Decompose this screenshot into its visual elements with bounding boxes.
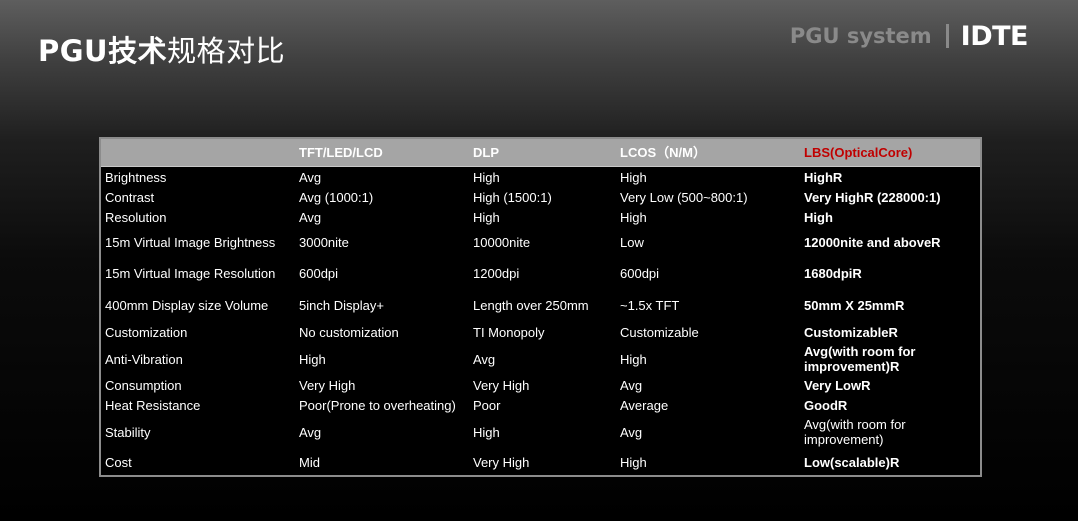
row-label-cell: Stability: [105, 424, 151, 440]
brand-divider: [945, 24, 949, 48]
lbs-cell: 12000nite and aboveR: [804, 234, 941, 250]
lcos-cell: 600dpi: [620, 265, 660, 281]
table-row: 15m Virtual Image Resolution 600dpi 1200dp…: [101, 257, 980, 289]
table-header-row: TFT/LED/LCD DLP LCOS（N/M） LBS(OpticalCor…: [101, 139, 980, 167]
lbs-cell: Very LowR: [804, 377, 871, 393]
lbs-cell: 1680dpiR: [804, 265, 862, 281]
table-row: Resolution Avg High High High: [101, 207, 980, 227]
row-label-cell: 400mm Display size Volume: [105, 297, 269, 313]
lcos-cell: Low: [620, 234, 644, 250]
lcos-cell: ~1.5x TFT: [620, 297, 680, 313]
tft-cell: 3000nite: [299, 234, 349, 250]
lbs-cell: High: [804, 209, 833, 225]
row-label-cell: Brightness: [105, 169, 167, 185]
tft-cell: High: [299, 351, 326, 367]
dlp-cell: Very High: [473, 377, 530, 393]
lcos-cell: High: [620, 351, 647, 367]
lbs-cell: GoodR: [804, 397, 848, 413]
table-row: Anti-Vibration High Avg High Avg(with room f…: [101, 343, 980, 375]
header-cell-lcos: LCOS（N/M）: [620, 145, 706, 160]
table-row: Cost Mid Very High High Low(scalable)R: [101, 449, 980, 475]
table-row: 15m Virtual Image Brightness 3000nite 1000…: [101, 227, 980, 257]
lbs-cell: Very HighR (228000:1): [804, 189, 941, 205]
row-label-cell: 15m Virtual Image Brightness: [105, 234, 276, 250]
header-cell-dlp: DLP: [473, 145, 499, 160]
spec-comparison-table: TFT/LED/LCD DLP LCOS（N/M） LBS(OpticalCor…: [99, 137, 982, 477]
tft-cell: Avg: [299, 424, 322, 440]
table-row: 400mm Display size Volume 5inch Display+ L…: [101, 289, 980, 321]
slide-title: PGU技术规格对比: [38, 28, 285, 70]
row-label-cell: Customization: [105, 324, 188, 340]
lcos-cell: High: [620, 169, 647, 185]
row-label-cell: 15m Virtual Image Resolution: [105, 265, 276, 281]
header-cell-tft: TFT/LED/LCD: [299, 145, 383, 160]
idte-logo: IDTE: [960, 20, 1029, 52]
lbs-cell: Avg(with room for improvement): [804, 417, 906, 447]
table-row: Customization No customization TI Monopoly…: [101, 321, 980, 343]
slide-title-light: 规格对比: [167, 34, 286, 68]
row-label-cell: Heat Resistance: [105, 397, 201, 413]
slide-title-bold: PGU技术: [38, 34, 168, 68]
dlp-cell: Very High: [473, 454, 530, 470]
row-label-cell: Contrast: [105, 189, 155, 205]
header-cell-lbs: LBS(OpticalCore): [804, 145, 913, 160]
dlp-cell: 1200dpi: [473, 265, 520, 281]
dlp-cell: Length over 250mm: [473, 297, 589, 313]
table-row: Brightness Avg High High HighR: [101, 167, 980, 187]
tft-cell: Avg: [299, 209, 322, 225]
row-label-cell: Cost: [105, 454, 132, 470]
lbs-cell: 50mm X 25mmR: [804, 297, 905, 313]
brand-header: PGU system IDTE: [789, 18, 1029, 54]
dlp-cell: Avg: [473, 351, 496, 367]
dlp-cell: TI Monopoly: [473, 324, 545, 340]
lcos-cell: Avg: [620, 377, 643, 393]
lcos-cell: Avg: [620, 424, 643, 440]
table-row: Heat Resistance Poor(Prone to overheating…: [101, 395, 980, 415]
tft-cell: Poor(Prone to overheating): [299, 397, 456, 413]
lcos-cell: High: [620, 454, 647, 470]
lbs-cell: HighR: [804, 169, 843, 185]
dlp-cell: Poor: [473, 397, 501, 413]
row-label-cell: Consumption: [105, 377, 182, 393]
lbs-cell: CustomizableR: [804, 324, 898, 340]
lcos-cell: High: [620, 209, 647, 225]
tft-cell: No customization: [299, 324, 399, 340]
table-body: Brightness Avg High High HighR Contrast Avg (1…: [101, 167, 980, 475]
dlp-cell: High: [473, 169, 500, 185]
dlp-cell: High: [473, 424, 500, 440]
tft-cell: Avg (1000:1): [299, 189, 374, 205]
lbs-cell: Low(scalable)R: [804, 454, 900, 470]
row-label-cell: Anti-Vibration: [105, 351, 183, 367]
dlp-cell: High (1500:1): [473, 189, 552, 205]
lcos-cell: Customizable: [620, 324, 699, 340]
tft-cell: Avg: [299, 169, 322, 185]
tft-cell: 600dpi: [299, 265, 339, 281]
tft-cell: Mid: [299, 454, 320, 470]
table-row: Consumption Very High Very High Avg Very Low…: [101, 375, 980, 395]
dlp-cell: High: [473, 209, 500, 225]
brand-system-text: PGU system: [789, 24, 932, 48]
lbs-cell: Avg(with room for improvement)R: [804, 344, 916, 374]
table-row: Contrast Avg (1000:1) High (1500:1) Very Lo…: [101, 187, 980, 207]
tft-cell: 5inch Display+: [299, 297, 384, 313]
table-row: Stability Avg High Avg Avg(with room for imp…: [101, 415, 980, 449]
lcos-cell: Average: [620, 397, 669, 413]
tft-cell: Very High: [299, 377, 356, 393]
lcos-cell: Very Low (500~800:1): [620, 189, 748, 205]
row-label-cell: Resolution: [105, 209, 167, 225]
dlp-cell: 10000nite: [473, 234, 531, 250]
